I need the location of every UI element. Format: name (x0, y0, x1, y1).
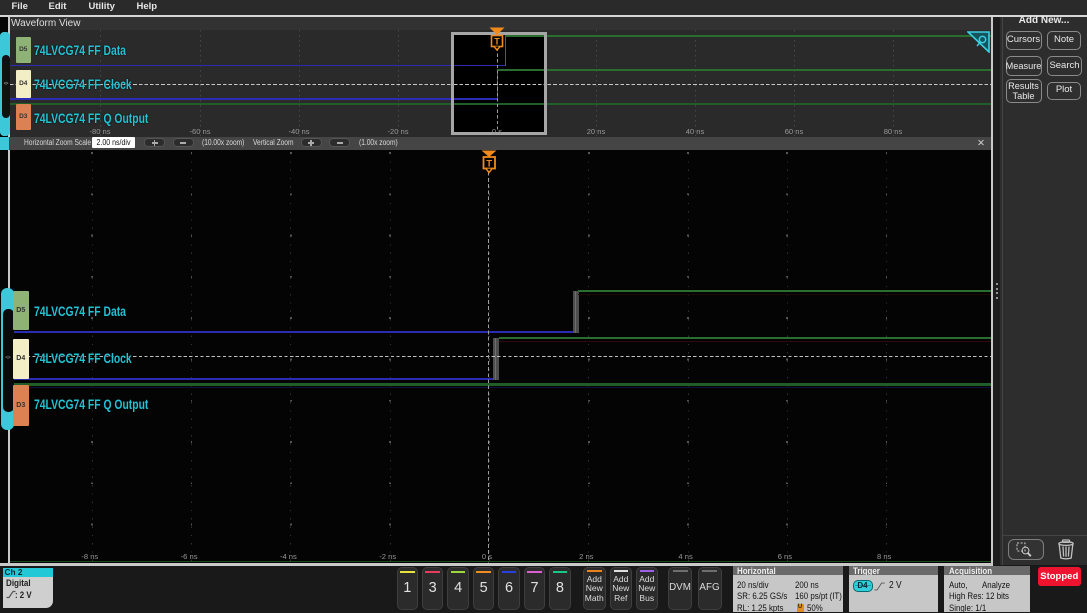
svg-text:T: T (494, 36, 500, 46)
svg-text:T: T (486, 159, 492, 170)
